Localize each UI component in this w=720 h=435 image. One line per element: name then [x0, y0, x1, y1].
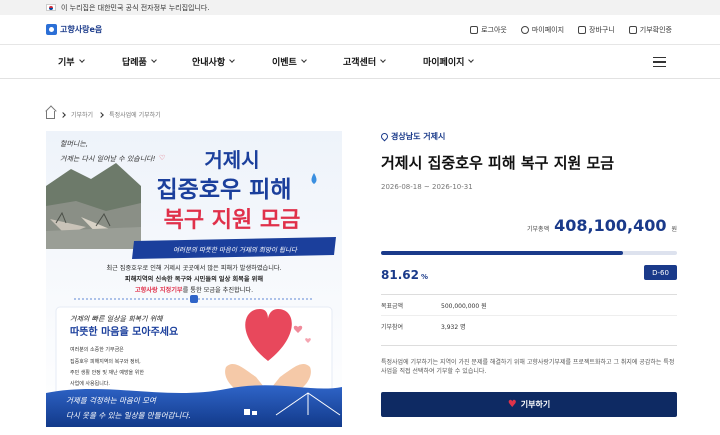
poster-card-s3: 주민 생활 안정 및 재난 예방을 위한: [70, 369, 144, 376]
top-bar: 고향사랑e음 로그아웃 마이페이지 장바구니 기부확인증: [0, 15, 720, 45]
poster-card-s2: 집중호우 피해지역의 복구와 정비,: [70, 358, 141, 365]
goal-label: 목표금액: [381, 303, 404, 310]
chevron-down-icon: [468, 57, 475, 63]
poster-body-1: 최근 집중호우로 인해 거제시 곳곳에서 많은 피해가 발생하였습니다.: [106, 264, 281, 272]
participants-value: 3,932 명: [441, 324, 466, 331]
gov-banner: 이 누리집은 대한민국 공식 전자정부 누리집입니다.: [0, 0, 720, 15]
poster-title-2: 집중호우 피해: [157, 177, 292, 203]
poster-title-3: 복구 지원 모금: [164, 208, 301, 233]
logout-icon: [470, 25, 479, 34]
nav-guide[interactable]: 안내사항: [192, 55, 272, 68]
korea-flag-icon: [46, 4, 56, 11]
donation-total-value: 408,100,400: [554, 216, 667, 235]
home-icon[interactable]: [46, 110, 55, 119]
nav-support[interactable]: 고객센터: [343, 55, 423, 68]
campaign-location: 경상남도 거제시: [379, 131, 677, 142]
gov-banner-text: 이 누리집은 대한민국 공식 전자정부 누리집입니다.: [61, 3, 210, 12]
nav-donate[interactable]: 기부: [58, 55, 122, 68]
site-logo[interactable]: 고향사랑e음: [46, 24, 102, 35]
donation-total-unit: 원: [671, 226, 677, 233]
campaign-info: 경상남도 거제시 거제시 집중호우 피해 복구 지원 모금 2026-08-18…: [379, 131, 677, 417]
poster-card-1: 거제의 빠른 일상을 회복기 위해: [70, 315, 164, 323]
poster-title-1: 거제시: [204, 148, 259, 172]
heart-icon: ♥: [507, 399, 517, 410]
breadcrumb-item[interactable]: 특정사업에 기부하기: [109, 110, 161, 119]
poster-body-2: 피해지역의 신속한 복구와 시민들의 일상 회복을 위해: [125, 275, 263, 283]
chevron-down-icon: [229, 57, 235, 63]
main-nav: 기부 답례품 안내사항 이벤트 고객센터 마이페이지: [0, 45, 720, 79]
certificate-link[interactable]: 기부확인증: [628, 25, 672, 35]
poster-artwork: 할머니는, 거제는 다시 일어날 수 있습니다! ♡ 거제시 집중호우 피해 복…: [46, 131, 342, 427]
campaign-period: 2026-08-18 ~ 2026-10-31: [381, 183, 473, 191]
poster-body-3-em: 고향사랑 지정기부: [135, 286, 183, 294]
logout-link[interactable]: 로그아웃: [470, 25, 507, 35]
nav-gifts[interactable]: 답례품: [122, 55, 192, 68]
chevron-down-icon: [380, 57, 386, 63]
chevron-right-icon: [60, 111, 66, 118]
goal-row: 목표금액 500,000,000 원: [381, 295, 677, 316]
progress-bar: [381, 251, 677, 255]
campaign-title: 거제시 집중호우 피해 복구 지원 모금: [381, 154, 615, 172]
poster-note-1: 할머니는,: [60, 140, 88, 148]
campaign-poster: 할머니는, 거제는 다시 일어날 수 있습니다! ♡ 거제시 집중호우 피해 복…: [46, 131, 342, 427]
poster-card-2: 따뜻한 마음을 모아주세요: [70, 325, 178, 338]
certificate-icon: [628, 25, 637, 34]
user-icon: [520, 25, 529, 34]
location-pin-icon: [379, 131, 390, 142]
cart-icon: [578, 25, 587, 34]
poster-card-s1: 여러분의 소중한 기부금은: [70, 346, 124, 353]
poster-card-s4: 사업에 사용됩니다.: [70, 380, 110, 387]
donation-total: 기부총액 408,100,400 원: [527, 216, 677, 235]
progress-fill: [381, 251, 623, 255]
hamburger-menu-icon[interactable]: [653, 57, 666, 67]
cart-link[interactable]: 장바구니: [578, 25, 615, 35]
breadcrumb-item[interactable]: 기부하기: [71, 110, 93, 119]
mypage-link[interactable]: 마이페이지: [520, 25, 564, 35]
campaign-meta: 목표금액 500,000,000 원 기부참여 3,932 명: [381, 294, 677, 336]
utility-links: 로그아웃 마이페이지 장바구니 기부확인증: [470, 25, 672, 35]
svg-text:고향사랑 지정기부를 통한 모금을 추진합니다.: 고향사랑 지정기부를 통한 모금을 추진합니다.: [135, 286, 253, 294]
goal-value: 500,000,000 원: [441, 303, 487, 310]
logo-text: 고향사랑e음: [60, 25, 103, 34]
donation-total-label: 기부총액: [527, 226, 550, 233]
progress-percent: 81.62%: [381, 268, 428, 282]
donate-button[interactable]: ♥ 기부하기: [381, 392, 677, 417]
participants-label: 기부참여: [381, 324, 404, 331]
nav-mypage[interactable]: 마이페이지: [423, 55, 475, 68]
chevron-down-icon: [151, 57, 157, 63]
heart-doodle-icon: ♡: [159, 154, 165, 162]
logo-mark-icon: [46, 24, 57, 35]
poster-bottom-1: 거제를 걱정하는 마음이 모여: [66, 396, 157, 405]
poster-ribbon: 여러분의 따뜻한 마음이 거제의 희망이 됩니다: [173, 246, 298, 254]
poster-note-2: 거제는 다시 일어날 수 있습니다!: [60, 155, 156, 163]
chevron-down-icon: [78, 57, 85, 63]
poster-body-3: 를 통한 모금을 추진합니다.: [183, 286, 254, 294]
poster-bottom-2: 다시 웃을 수 있는 일상을 만들어갑니다.: [66, 411, 191, 420]
chevron-down-icon: [301, 57, 307, 63]
nav-event[interactable]: 이벤트: [272, 55, 343, 68]
breadcrumb: 기부하기 특정사업에 기부하기: [46, 110, 161, 119]
campaign-description: 특정사업에 기부하기는 지역이 가진 문제를 해결하기 위해 고향사랑기부제를 …: [381, 345, 677, 377]
dday-badge: D-60: [644, 265, 677, 280]
chevron-right-icon: [98, 111, 104, 118]
participants-row: 기부참여 3,932 명: [381, 316, 677, 336]
